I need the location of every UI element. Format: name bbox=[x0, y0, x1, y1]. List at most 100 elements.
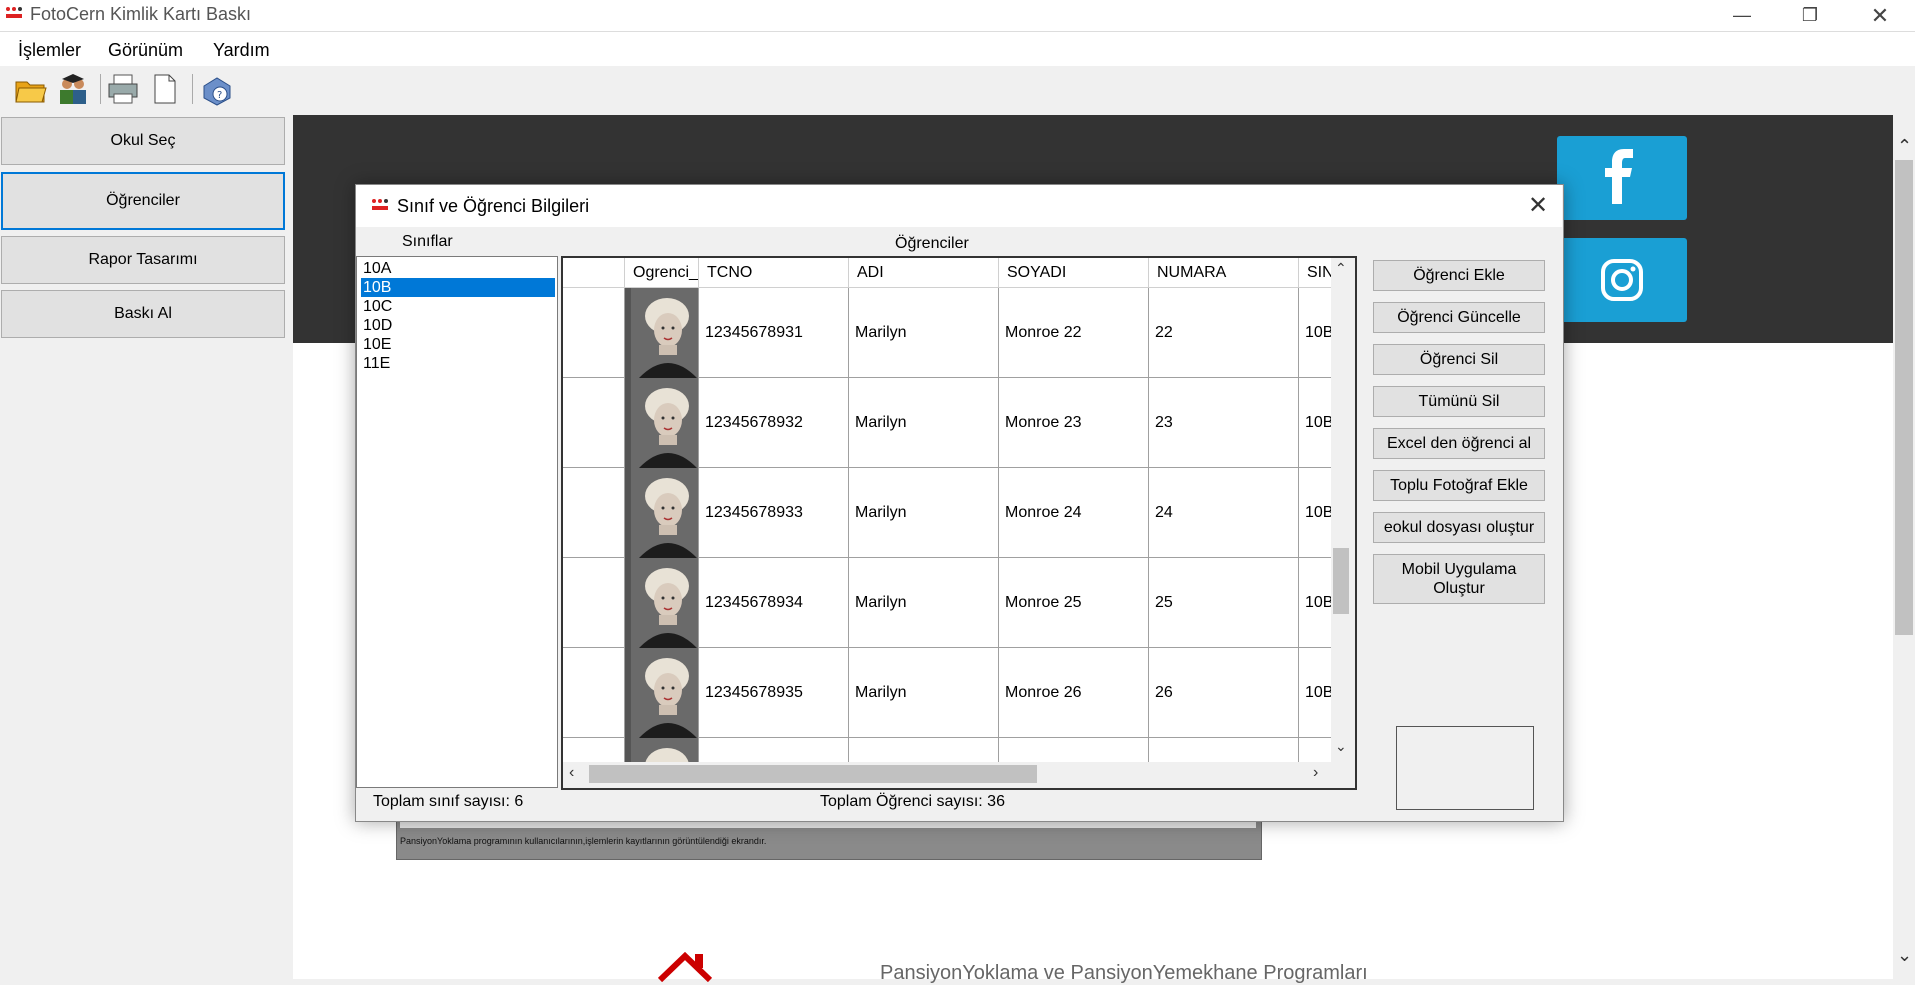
soyadi-cell[interactable]: Monroe 26 bbox=[999, 648, 1149, 738]
tcno-cell[interactable]: 12345678933 bbox=[699, 468, 849, 558]
row-header-cell[interactable] bbox=[563, 288, 625, 378]
bulk-photo-add-button[interactable]: Toplu Fotoğraf Ekle bbox=[1373, 470, 1545, 501]
grid-vertical-scroll-thumb[interactable] bbox=[1333, 548, 1349, 614]
photo-cell[interactable] bbox=[625, 468, 699, 558]
row-header-cell[interactable] bbox=[563, 738, 625, 762]
class-item[interactable]: 10E bbox=[361, 335, 555, 354]
sinif-cell[interactable] bbox=[1299, 738, 1331, 762]
restore-button[interactable]: ❐ bbox=[1778, 0, 1842, 31]
photo-cell[interactable] bbox=[625, 738, 699, 762]
class-item[interactable]: 10C bbox=[361, 297, 555, 316]
tcno-cell[interactable]: 12345678934 bbox=[699, 558, 849, 648]
delete-student-button[interactable]: Öğrenci Sil bbox=[1373, 344, 1545, 375]
menu-gorunum[interactable]: Görünüm bbox=[108, 40, 183, 61]
numara-cell[interactable]: 23 bbox=[1149, 378, 1299, 468]
menu-islemler[interactable]: İşlemler bbox=[18, 40, 81, 61]
table-row[interactable]: 12345678933 Marilyn Monroe 24 24 10B bbox=[563, 468, 1331, 558]
numara-cell[interactable]: 25 bbox=[1149, 558, 1299, 648]
tcno-cell[interactable]: 12345678931 bbox=[699, 288, 849, 378]
numara-cell[interactable]: 24 bbox=[1149, 468, 1299, 558]
sinif-cell[interactable]: 10B bbox=[1299, 378, 1331, 468]
table-row[interactable]: 12345678934 Marilyn Monroe 25 25 10B bbox=[563, 558, 1331, 648]
table-row[interactable]: 12345678932 Marilyn Monroe 23 23 10B bbox=[563, 378, 1331, 468]
class-item[interactable]: 10A bbox=[361, 259, 555, 278]
soyadi-cell[interactable] bbox=[999, 738, 1149, 762]
add-student-button[interactable]: Öğrenci Ekle bbox=[1373, 260, 1545, 291]
facebook-link[interactable] bbox=[1557, 136, 1687, 220]
column-header-soyadi[interactable]: SOYADI bbox=[999, 258, 1149, 288]
table-row[interactable]: 12345678931 Marilyn Monroe 22 22 10B bbox=[563, 288, 1331, 378]
numara-cell[interactable]: 22 bbox=[1149, 288, 1299, 378]
class-listbox[interactable]: 10A 10B 10C 10D 10E 11E bbox=[356, 256, 558, 788]
delete-all-button[interactable]: Tümünü Sil bbox=[1373, 386, 1545, 417]
soyadi-cell[interactable]: Monroe 24 bbox=[999, 468, 1149, 558]
class-item[interactable]: 11E bbox=[361, 354, 555, 373]
column-header-tcno[interactable]: TCNO bbox=[699, 258, 849, 288]
row-header-cell[interactable] bbox=[563, 468, 625, 558]
sinif-cell[interactable]: 10B bbox=[1299, 648, 1331, 738]
class-item-selected[interactable]: 10B bbox=[361, 278, 555, 297]
mobile-app-button[interactable]: Mobil Uygulama Oluştur bbox=[1373, 554, 1545, 604]
open-folder-icon[interactable] bbox=[14, 72, 48, 106]
nav-okul-sec-button[interactable]: Okul Seç bbox=[1, 117, 285, 165]
tcno-cell[interactable]: 12345678932 bbox=[699, 378, 849, 468]
sinif-cell[interactable]: 10B bbox=[1299, 288, 1331, 378]
column-header-adi[interactable]: ADI bbox=[849, 258, 999, 288]
new-document-icon[interactable] bbox=[148, 72, 182, 106]
minimize-button[interactable]: — bbox=[1710, 0, 1774, 31]
tcno-cell[interactable] bbox=[699, 738, 849, 762]
update-student-button[interactable]: Öğrenci Güncelle bbox=[1373, 302, 1545, 333]
row-header-cell[interactable] bbox=[563, 648, 625, 738]
soyadi-cell[interactable]: Monroe 25 bbox=[999, 558, 1149, 648]
table-row[interactable] bbox=[563, 738, 1331, 762]
dialog-close-button[interactable]: ✕ bbox=[1520, 190, 1556, 222]
row-header-column[interactable] bbox=[563, 258, 625, 288]
adi-cell[interactable]: Marilyn bbox=[849, 558, 999, 648]
adi-cell[interactable]: Marilyn bbox=[849, 468, 999, 558]
grid-scroll-down-icon[interactable]: ⌄ bbox=[1335, 738, 1347, 755]
numara-cell[interactable] bbox=[1149, 738, 1299, 762]
students-grid-body[interactable]: Ogrenci_ TCNO ADI SOYADI NUMARA SIN 1234… bbox=[563, 258, 1331, 762]
row-header-cell[interactable] bbox=[563, 558, 625, 648]
grid-scroll-right-icon[interactable]: › bbox=[1313, 764, 1318, 782]
adi-cell[interactable]: Marilyn bbox=[849, 288, 999, 378]
sinif-cell[interactable]: 10B bbox=[1299, 468, 1331, 558]
adi-cell[interactable]: Marilyn bbox=[849, 378, 999, 468]
column-header-numara[interactable]: NUMARA bbox=[1149, 258, 1299, 288]
nav-ogrenciler-button[interactable]: Öğrenciler bbox=[1, 172, 285, 230]
printer-icon[interactable] bbox=[106, 72, 140, 106]
sinif-cell[interactable]: 10B bbox=[1299, 558, 1331, 648]
grid-scroll-up-icon[interactable]: ⌃ bbox=[1335, 260, 1347, 277]
menu-yardim[interactable]: Yardım bbox=[213, 40, 270, 61]
column-header-photo[interactable]: Ogrenci_ bbox=[625, 258, 699, 288]
students-icon[interactable] bbox=[56, 72, 90, 106]
numara-cell[interactable]: 26 bbox=[1149, 648, 1299, 738]
adi-cell[interactable]: Marilyn bbox=[849, 648, 999, 738]
photo-cell[interactable] bbox=[625, 378, 699, 468]
page-scrollbar-thumb[interactable] bbox=[1895, 160, 1913, 635]
grid-vertical-scrollbar[interactable] bbox=[1331, 258, 1351, 762]
import-excel-button[interactable]: Excel den öğrenci al bbox=[1373, 428, 1545, 459]
soyadi-cell[interactable]: Monroe 22 bbox=[999, 288, 1149, 378]
photo-cell[interactable] bbox=[625, 288, 699, 378]
instagram-link[interactable] bbox=[1557, 238, 1687, 322]
class-item[interactable]: 10D bbox=[361, 316, 555, 335]
grid-horizontal-scroll-thumb[interactable] bbox=[589, 765, 1037, 783]
page-scroll-down-icon[interactable]: ⌄ bbox=[1897, 945, 1912, 966]
photo-cell[interactable] bbox=[625, 558, 699, 648]
column-header-sinif[interactable]: SIN bbox=[1299, 258, 1331, 288]
photo-cell[interactable] bbox=[625, 648, 699, 738]
adi-cell[interactable] bbox=[849, 738, 999, 762]
row-header-cell[interactable] bbox=[563, 378, 625, 468]
table-row[interactable]: 12345678935 Marilyn Monroe 26 26 10B bbox=[563, 648, 1331, 738]
page-scroll-up-icon[interactable]: ⌃ bbox=[1897, 136, 1912, 157]
soyadi-cell[interactable]: Monroe 23 bbox=[999, 378, 1149, 468]
nav-baski-al-button[interactable]: Baskı Al bbox=[1, 290, 285, 338]
grid-scroll-left-icon[interactable]: ‹ bbox=[569, 764, 574, 782]
nav-rapor-tasarimi-button[interactable]: Rapor Tasarımı bbox=[1, 236, 285, 284]
tcno-cell[interactable]: 12345678935 bbox=[699, 648, 849, 738]
eokul-file-button[interactable]: eokul dosyası oluştur bbox=[1373, 512, 1545, 543]
close-window-button[interactable]: ✕ bbox=[1848, 0, 1912, 31]
help-icon[interactable]: ? bbox=[200, 72, 234, 106]
window-titlebar bbox=[0, 0, 1915, 32]
